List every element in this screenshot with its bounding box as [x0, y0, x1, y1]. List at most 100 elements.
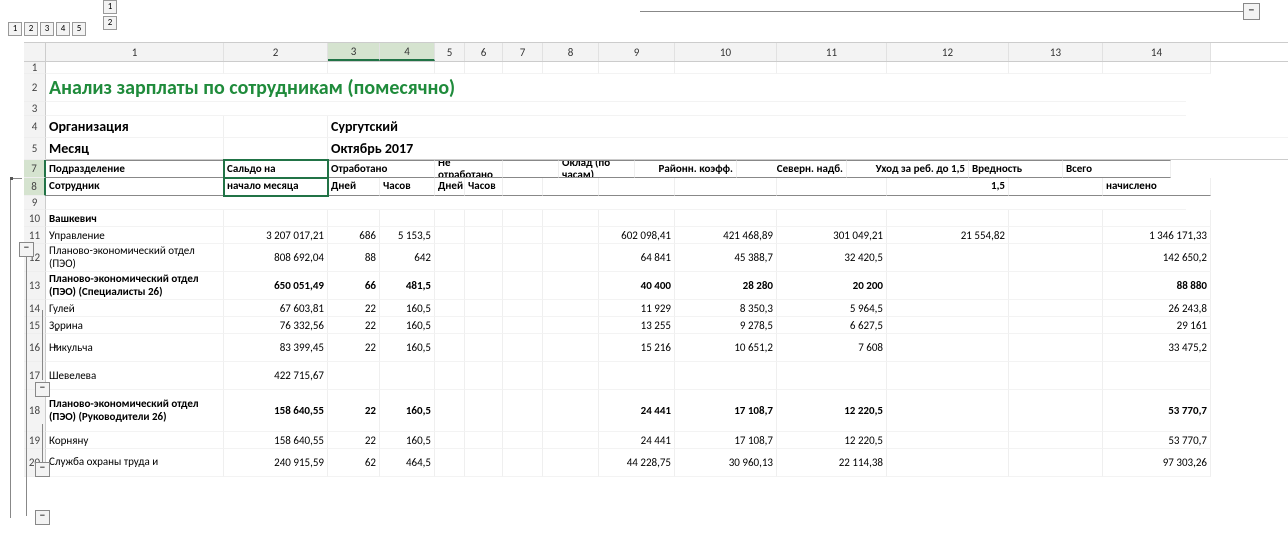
- row-number[interactable]: 4: [24, 116, 46, 138]
- cell[interactable]: 12 220,5: [777, 390, 887, 432]
- cell[interactable]: 8 350,3: [675, 300, 777, 317]
- cell[interactable]: 464,5: [380, 449, 435, 477]
- cell[interactable]: 158 640,55: [224, 432, 328, 449]
- cell[interactable]: 160,5: [380, 390, 435, 432]
- cell[interactable]: 602 098,41: [599, 227, 675, 244]
- row-group-collapse-c[interactable]: −: [35, 462, 50, 477]
- cell[interactable]: 17 108,7: [675, 390, 777, 432]
- row-number[interactable]: 8: [24, 178, 46, 196]
- cell-name[interactable]: Управление: [46, 227, 224, 244]
- cell-name[interactable]: Вашкевич: [46, 210, 224, 227]
- cell[interactable]: 22: [328, 317, 380, 334]
- cell[interactable]: 15 216: [599, 334, 675, 362]
- row-number[interactable]: 9: [24, 196, 46, 210]
- cell[interactable]: 24 441: [599, 390, 675, 432]
- cell[interactable]: 160,5: [380, 432, 435, 449]
- cell[interactable]: 9 278,5: [675, 317, 777, 334]
- col-header[interactable]: 1: [46, 43, 224, 61]
- col-header[interactable]: 13: [1009, 43, 1103, 61]
- cell[interactable]: 421 468,89: [675, 227, 777, 244]
- row-group-collapse-d[interactable]: −: [35, 510, 50, 525]
- cell[interactable]: 66: [328, 272, 380, 300]
- cell[interactable]: 808 692,04: [224, 244, 328, 272]
- cell[interactable]: 21 554,82: [887, 227, 1009, 244]
- col-header[interactable]: 6: [465, 43, 503, 61]
- col-header[interactable]: 8: [543, 43, 599, 61]
- col-header[interactable]: 14: [1103, 43, 1211, 61]
- select-all-corner[interactable]: [24, 43, 46, 61]
- row-outline-level-1[interactable]: 1: [8, 22, 22, 36]
- col-header[interactable]: 10: [675, 43, 777, 61]
- cell-name[interactable]: Служба охраны труда и: [46, 449, 224, 477]
- cell[interactable]: 650 051,49: [224, 272, 328, 300]
- cell-name[interactable]: Планово-экономический отдел (ПЭО) (Специ…: [46, 272, 224, 300]
- col-header[interactable]: 7: [503, 43, 543, 61]
- cell[interactable]: 160,5: [380, 300, 435, 317]
- cell[interactable]: 88: [328, 244, 380, 272]
- cell[interactable]: 29 161: [1103, 317, 1211, 334]
- cell[interactable]: 53 770,7: [1103, 390, 1211, 432]
- col-header[interactable]: 12: [887, 43, 1009, 61]
- cell[interactable]: 642: [380, 244, 435, 272]
- cell[interactable]: 40 400: [599, 272, 675, 300]
- col-header[interactable]: 2: [224, 43, 328, 61]
- row-number[interactable]: 5: [24, 138, 46, 160]
- cell[interactable]: 11 929: [599, 300, 675, 317]
- cell-name[interactable]: Планово-экономический отдел (ПЭО) (Руков…: [46, 390, 224, 432]
- row-number[interactable]: 10: [24, 210, 46, 227]
- cell[interactable]: 3 207 017,21: [224, 227, 328, 244]
- row-outline-level-2[interactable]: 2: [24, 22, 38, 36]
- cell[interactable]: 13 255: [599, 317, 675, 334]
- row-number[interactable]: 13: [24, 272, 46, 300]
- row-group-collapse-b[interactable]: −: [35, 382, 50, 397]
- cell[interactable]: 32 420,5: [777, 244, 887, 272]
- cell[interactable]: 158 640,55: [224, 390, 328, 432]
- cell[interactable]: 301 049,21: [777, 227, 887, 244]
- cell[interactable]: 67 603,81: [224, 300, 328, 317]
- cell[interactable]: 1 346 171,33: [1103, 227, 1211, 244]
- cell[interactable]: 17 108,7: [675, 432, 777, 449]
- cell[interactable]: 160,5: [380, 334, 435, 362]
- cell[interactable]: 22: [328, 300, 380, 317]
- col-header[interactable]: 3: [328, 43, 380, 61]
- cell[interactable]: 62: [328, 449, 380, 477]
- cell-name[interactable]: Никульча: [46, 334, 224, 362]
- cell[interactable]: 88 880: [1103, 272, 1211, 300]
- cell[interactable]: 22: [328, 334, 380, 362]
- row-outline-level-4[interactable]: 4: [56, 22, 70, 36]
- cell[interactable]: 10 651,2: [675, 334, 777, 362]
- cell[interactable]: 5 964,5: [777, 300, 887, 317]
- col-header[interactable]: 11: [777, 43, 887, 61]
- cell[interactable]: 28 280: [675, 272, 777, 300]
- cell[interactable]: 97 303,26: [1103, 449, 1211, 477]
- cell[interactable]: 45 388,7: [675, 244, 777, 272]
- cell-name[interactable]: Гулей: [46, 300, 224, 317]
- cell[interactable]: 6 627,5: [777, 317, 887, 334]
- row-number[interactable]: 7: [24, 160, 46, 178]
- cell[interactable]: 481,5: [380, 272, 435, 300]
- col-header[interactable]: 5: [435, 43, 465, 61]
- cell[interactable]: 422 715,67: [224, 362, 328, 390]
- cell[interactable]: 7 608: [777, 334, 887, 362]
- col-outline-level-1[interactable]: 1: [103, 0, 117, 14]
- cell[interactable]: 20 200: [777, 272, 887, 300]
- cell[interactable]: 24 441: [599, 432, 675, 449]
- cell[interactable]: 22 114,38: [777, 449, 887, 477]
- cell[interactable]: 76 332,56: [224, 317, 328, 334]
- cell[interactable]: 240 915,59: [224, 449, 328, 477]
- cell[interactable]: 44 228,75: [599, 449, 675, 477]
- cell[interactable]: 30 960,13: [675, 449, 777, 477]
- cell[interactable]: 53 770,7: [1103, 432, 1211, 449]
- cell[interactable]: 83 399,45: [224, 334, 328, 362]
- col-outline-level-2[interactable]: 2: [103, 16, 117, 30]
- cell[interactable]: 142 650,2: [1103, 244, 1211, 272]
- col-header[interactable]: 9: [599, 43, 675, 61]
- col-header[interactable]: 4: [380, 43, 435, 61]
- row-number[interactable]: 3: [24, 102, 46, 116]
- cell[interactable]: 22: [328, 432, 380, 449]
- cell[interactable]: 5 153,5: [380, 227, 435, 244]
- cell-name[interactable]: Планово-экономический отдел (ПЭО): [46, 244, 224, 272]
- row-outline-level-5[interactable]: 5: [72, 22, 86, 36]
- cell[interactable]: 686: [328, 227, 380, 244]
- cell[interactable]: 22: [328, 390, 380, 432]
